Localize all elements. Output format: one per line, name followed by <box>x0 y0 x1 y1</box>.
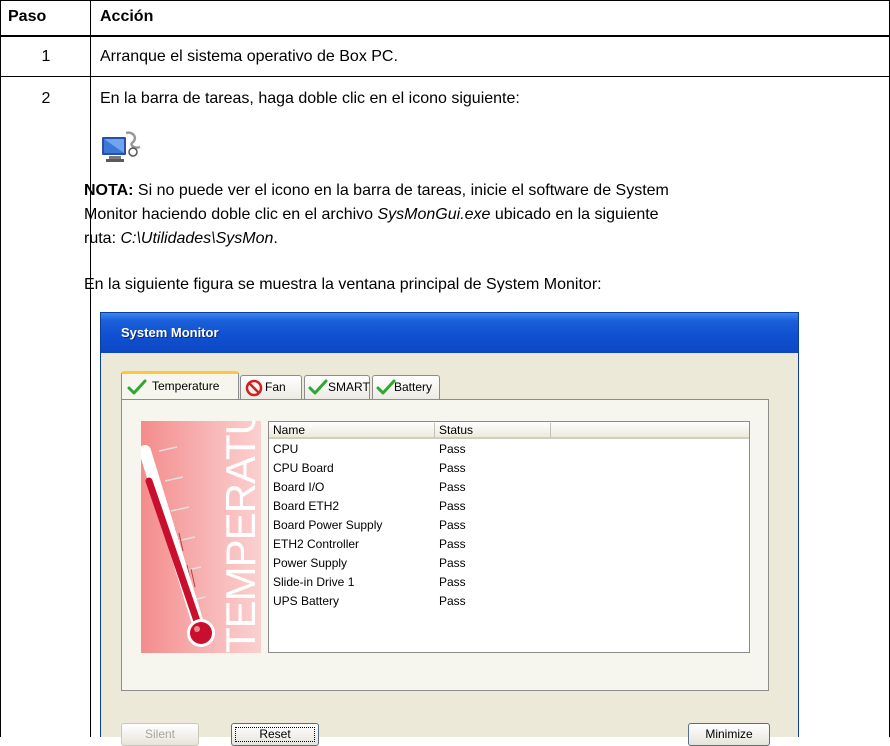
system-monitor-tray-icon <box>100 129 144 165</box>
tab-temperature[interactable]: Temperature <box>121 371 239 399</box>
table-border-header <box>0 35 890 37</box>
note-filename: SysMonGui.exe <box>377 206 491 223</box>
minimize-button[interactable]: Minimize <box>688 723 770 746</box>
note-line-2b: ubicado en la siguiente <box>490 206 659 223</box>
tab-temperature-label: Temperature <box>152 379 220 393</box>
sensor-status: Pass <box>439 537 466 551</box>
list-item[interactable]: Slide-in Drive 1 Pass <box>269 573 749 592</box>
reset-button-label: Reset <box>259 727 291 741</box>
header-step: Paso <box>8 8 47 25</box>
tab-fan[interactable]: Fan <box>240 375 302 399</box>
reset-button[interactable]: Reset <box>231 723 319 746</box>
thermometer-graphic: TEMPERATURE <box>141 421 261 653</box>
tab-battery-label: Battery <box>394 380 433 394</box>
note-label: NOTA: <box>84 182 134 199</box>
list-item[interactable]: Board ETH2 Pass <box>269 497 749 516</box>
note-line-3a: ruta: <box>84 230 121 247</box>
column-header-name[interactable]: Name <box>269 423 435 438</box>
check-icon <box>308 379 328 395</box>
sensor-status-list[interactable]: Name Status CPU Pass CPU Board Pass Boar… <box>268 421 750 653</box>
sensor-name: Slide-in Drive 1 <box>273 575 355 589</box>
list-item[interactable]: CPU Board Pass <box>269 459 749 478</box>
note-path: C:\Utilidades\SysMon <box>120 230 274 247</box>
tab-fan-label: Fan <box>265 380 286 394</box>
list-item[interactable]: UPS Battery Pass <box>269 592 749 611</box>
sensor-name: Board ETH2 <box>273 499 340 513</box>
list-item[interactable]: Board I/O Pass <box>269 478 749 497</box>
note-line-3b: . <box>273 230 278 247</box>
sensor-status: Pass <box>439 499 466 513</box>
sensor-status: Pass <box>439 480 466 494</box>
check-icon <box>376 379 396 395</box>
sensor-status: Pass <box>439 575 466 589</box>
header-action: Acción <box>100 8 154 25</box>
note-paragraph: NOTA: Si no puede ver el icono en la bar… <box>84 179 884 251</box>
sensor-status: Pass <box>439 518 466 532</box>
list-item[interactable]: ETH2 Controller Pass <box>269 535 749 554</box>
step-number-1: 1 <box>41 48 51 65</box>
table-border-left <box>0 0 1 737</box>
note-line-1: Si no puede ver el icono en la barra de … <box>133 182 669 199</box>
note-line-2a: Monitor haciendo doble clic en el archiv… <box>84 206 378 223</box>
sensor-name: ETH2 Controller <box>273 537 360 551</box>
list-item[interactable]: CPU Pass <box>269 440 749 459</box>
silent-button[interactable]: Silent <box>121 723 199 746</box>
sensor-name: Power Supply <box>273 556 348 570</box>
sensor-name: CPU <box>273 442 299 456</box>
thermometer-label: TEMPERATURE <box>217 421 261 653</box>
sensor-name: Board Power Supply <box>273 518 383 532</box>
figure-caption: En la siguiente figura se muestra la ven… <box>84 276 602 293</box>
sensor-status: Pass <box>439 594 466 608</box>
tab-smart-label: SMART <box>328 380 370 394</box>
sensor-name: CPU Board <box>273 461 334 475</box>
column-header-extra[interactable] <box>551 423 751 438</box>
list-item[interactable]: Power Supply Pass <box>269 554 749 573</box>
window-title: System Monitor <box>121 325 219 340</box>
table-border-row1 <box>0 76 890 77</box>
list-header: Name Status <box>269 422 749 439</box>
window-body: Temperature Fan SMART Battery TEMPERATUR… <box>104 353 795 746</box>
system-monitor-window: System Monitor Temperature Fan SMART Bat… <box>100 312 799 746</box>
sensor-name: Board I/O <box>273 480 325 494</box>
column-header-status[interactable]: Status <box>435 423 551 438</box>
list-item[interactable]: Board Power Supply Pass <box>269 516 749 535</box>
tab-smart[interactable]: SMART <box>304 375 370 399</box>
step-action-2: En la barra de tareas, haga doble clic e… <box>100 90 520 107</box>
table-border-mid <box>90 0 91 737</box>
tab-battery[interactable]: Battery <box>372 375 440 399</box>
sensor-status: Pass <box>439 442 466 456</box>
no-entry-icon <box>245 379 263 397</box>
table-border-top <box>0 0 890 1</box>
step-action-1: Arranque el sistema operativo de Box PC. <box>100 48 398 65</box>
sensor-status: Pass <box>439 556 466 570</box>
step-number-2: 2 <box>41 90 51 107</box>
window-title-bar[interactable]: System Monitor <box>101 313 798 353</box>
check-icon <box>127 379 147 395</box>
sensor-status: Pass <box>439 461 466 475</box>
sensor-name: UPS Battery <box>273 594 340 608</box>
tab-panel-temperature: TEMPERATURE Name Status CPU Pass CPU Boa… <box>121 399 769 691</box>
